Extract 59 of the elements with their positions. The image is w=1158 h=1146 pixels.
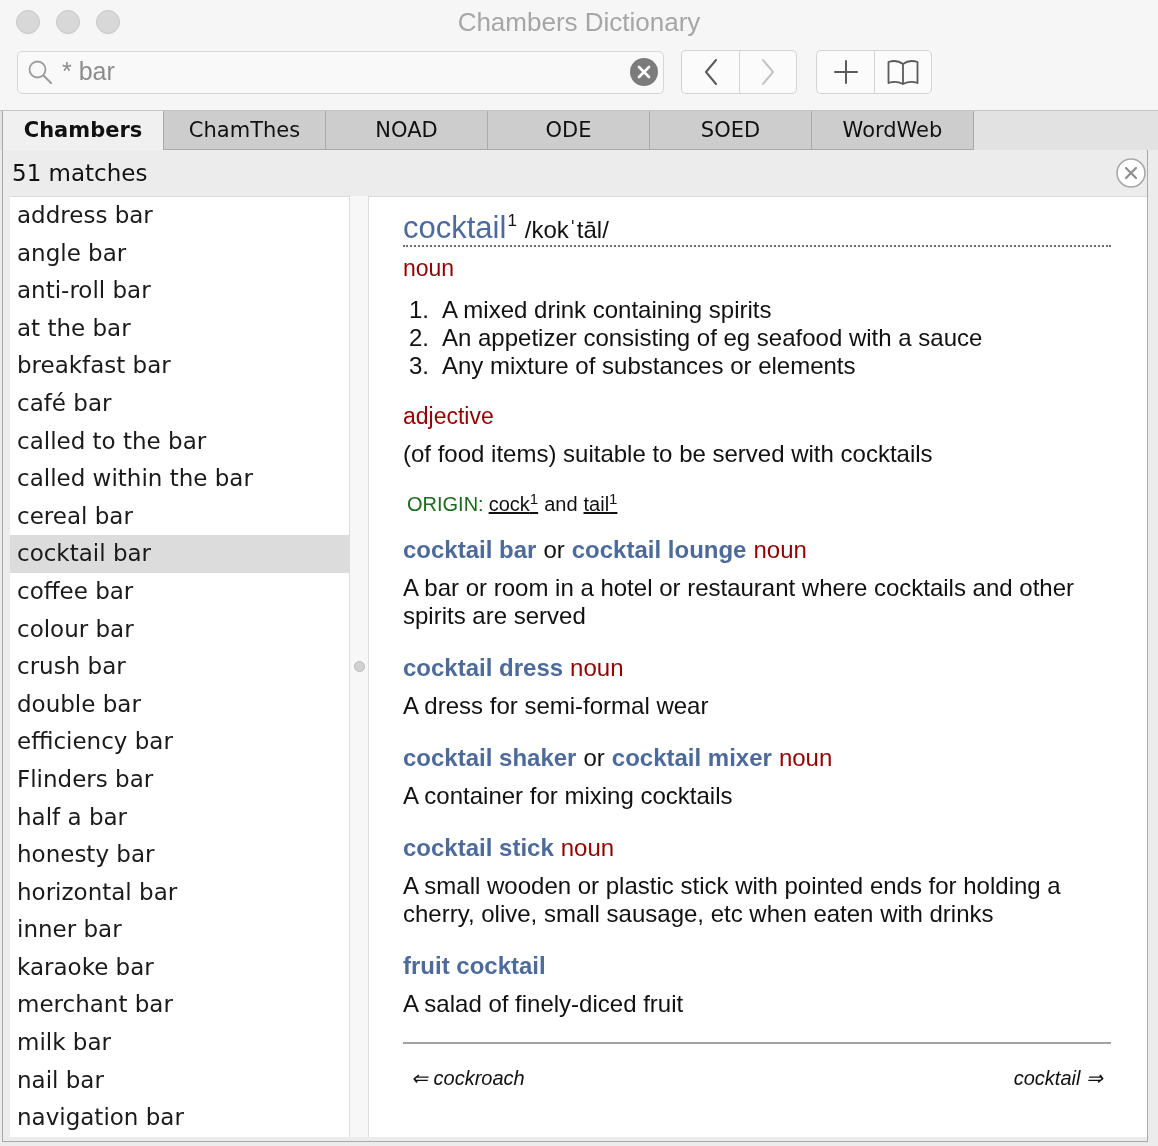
sense-number: 2. <box>408 324 429 352</box>
part-of-speech: noun <box>753 536 807 564</box>
sense-number: 3. <box>408 352 429 380</box>
plus-icon <box>833 60 858 84</box>
chevron-left-icon <box>703 59 718 85</box>
definition-text: A salad of finely-diced fruit <box>403 990 685 1018</box>
window-title: Chambers Dictionary <box>457 7 701 37</box>
result-item[interactable]: cocktail bar <box>10 535 349 573</box>
definition-text: Any mixture of substances or elements <box>442 352 856 380</box>
dictionary-tab[interactable]: WordWeb <box>812 111 974 150</box>
minimize-window-button[interactable] <box>56 10 80 34</box>
close-button[interactable] <box>1116 158 1146 188</box>
definition-text: A mixed drink containing spirits <box>442 296 772 324</box>
part-of-speech: noun <box>560 834 615 862</box>
headword: cocktail <box>403 210 507 246</box>
part-of-speech: noun <box>403 254 455 282</box>
dictionary-tab[interactable]: SOED <box>650 111 812 150</box>
connector-word: or <box>583 744 605 772</box>
homograph-number: 1 <box>507 212 517 230</box>
drag-handle-icon[interactable] <box>353 661 365 672</box>
clear-icon <box>630 58 658 86</box>
definition-text: (of food items) suitable to be served with cocktails <box>403 440 933 468</box>
add-button[interactable] <box>816 50 874 94</box>
origin-label: ORIGIN: <box>407 492 484 517</box>
zoom-window-button[interactable] <box>96 10 120 34</box>
dictionary-tab[interactable]: ChamThes <box>164 111 326 150</box>
part-of-speech: noun <box>778 744 833 772</box>
close-window-button[interactable] <box>16 10 40 34</box>
previous-entry-link[interactable]: ⇐ cockroach <box>411 1064 525 1092</box>
origin-link[interactable]: tail$^{1}$ <box>583 490 618 518</box>
derived-term: cocktail lounge <box>571 536 747 564</box>
definition-text: An appetizer consisting of eg seafood with a sauce <box>442 324 983 352</box>
dictionary-tab[interactable]: ODE <box>488 111 650 150</box>
clear-search-button[interactable] <box>629 57 659 87</box>
origin-link[interactable]: cock$^{1}$ <box>488 490 539 518</box>
pronunciation: /kokˈtāl/ <box>524 215 609 245</box>
dictionary-tab[interactable]: Chambers <box>2 111 164 150</box>
dictionary-tab[interactable]: NOAD <box>326 111 488 150</box>
part-of-speech: adjective <box>403 402 494 430</box>
part-of-speech: noun <box>570 654 624 682</box>
next-entry-link[interactable]: cocktail ⇒ <box>1013 1064 1103 1092</box>
bookmarks-button[interactable] <box>874 50 932 94</box>
derived-term: cocktail stick <box>403 834 554 862</box>
derived-term: cocktail mixer <box>611 744 772 772</box>
derived-term: cocktail shaker <box>403 744 577 772</box>
open-book-icon <box>887 59 919 85</box>
derived-term: cocktail dress <box>403 654 564 682</box>
chevron-right-icon <box>761 59 775 85</box>
definition-text: A small wooden or plastic stick with pointed ends for holding a cherry, olive, small sausage, etc when eaten with drinks <box>403 872 1062 928</box>
derived-term: fruit cocktail <box>403 952 546 980</box>
match-count: 51 matches <box>12 159 148 188</box>
search-icon <box>28 60 52 84</box>
connector-word: or <box>543 536 565 564</box>
back-button[interactable] <box>681 50 739 94</box>
sense-number: 1. <box>408 296 429 324</box>
definition-text: A bar or room in a hotel or restaurant where cocktails and other spirits are served <box>403 574 1075 630</box>
definition-text: A dress for semi-formal wear <box>403 692 710 720</box>
derived-term: cocktail bar <box>403 536 537 564</box>
definition-text: A container for mixing cocktails <box>403 782 734 810</box>
